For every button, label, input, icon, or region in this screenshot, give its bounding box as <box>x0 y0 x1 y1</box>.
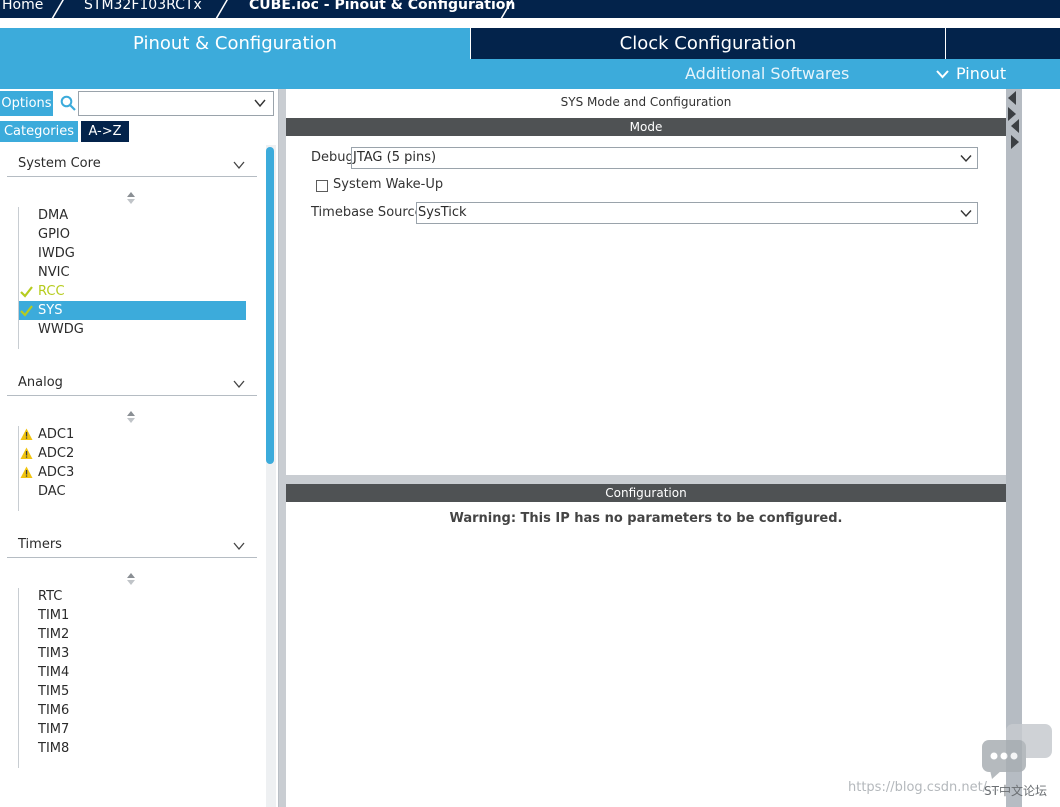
breadcrumb-home[interactable]: Home <box>2 0 43 13</box>
sub-toolbar: Additional Softwares Pinout <box>0 59 1060 89</box>
list-item-adc3[interactable]: ADC3 <box>19 463 246 482</box>
collapse-left-icon[interactable] <box>1007 91 1017 105</box>
chevron-down-icon[interactable] <box>936 70 949 79</box>
system-wakeup-checkbox[interactable] <box>316 180 328 192</box>
list-item-wwdg[interactable]: WWDG <box>19 320 246 339</box>
breadcrumb-separator-icon <box>215 0 228 20</box>
additional-softwares-button[interactable]: Additional Softwares <box>685 64 849 83</box>
watermark-site: ST中文论坛 <box>984 784 1047 798</box>
breadcrumb-separator-icon <box>500 0 513 20</box>
timebase-select[interactable]: SysTick <box>416 202 978 224</box>
list-item-dac[interactable]: DAC <box>19 482 246 501</box>
breadcrumb-mcu[interactable]: STM32F103RCTx <box>84 0 202 13</box>
chevron-down-icon[interactable] <box>233 542 245 550</box>
list-item-sys[interactable]: SYS <box>19 301 246 320</box>
header-gap <box>0 18 1060 28</box>
list-item-label: ADC3 <box>38 465 75 480</box>
watermark-url: https://blog.csdn.net/... <box>848 780 1000 795</box>
sort-icon[interactable] <box>126 192 136 204</box>
expand-right-icon[interactable] <box>1010 135 1020 149</box>
list-item-iwdg[interactable]: IWDG <box>19 244 246 263</box>
sort-icon[interactable] <box>126 573 136 585</box>
check-icon <box>20 305 33 317</box>
chevron-down-icon[interactable] <box>233 161 245 169</box>
list-item-label: RCC <box>38 284 65 299</box>
category-title: System Core <box>18 156 101 171</box>
list-item-tim6[interactable]: TIM6 <box>19 701 246 720</box>
list-item-tim1[interactable]: TIM1 <box>19 606 246 625</box>
list-item-tim4[interactable]: TIM4 <box>19 663 246 682</box>
warning-icon <box>20 466 33 478</box>
category-system-core[interactable]: System Core <box>7 155 257 177</box>
timebase-value: SysTick <box>418 205 467 220</box>
list-item-adc2[interactable]: ADC2 <box>19 444 246 463</box>
options-button[interactable]: Options <box>0 91 53 116</box>
category-title: Analog <box>18 375 63 390</box>
panel-title: SYS Mode and Configuration <box>560 95 732 109</box>
breadcrumb: Home STM32F103RCTx CUBE.ioc - Pinout & C… <box>0 0 1060 20</box>
pinout-menu-button[interactable]: Pinout <box>956 64 1006 83</box>
scrollbar-thumb[interactable] <box>266 147 274 464</box>
list-item-tim5[interactable]: TIM5 <box>19 682 246 701</box>
chevron-down-icon <box>960 155 972 163</box>
tab-categories[interactable]: Categories <box>0 121 78 142</box>
search-icon[interactable] <box>60 95 76 111</box>
list-item-label: ADC1 <box>38 427 75 442</box>
mode-header: Mode <box>286 118 1006 136</box>
list-item-rtc[interactable]: RTC <box>19 587 246 606</box>
debug-label: Debug <box>311 150 354 165</box>
list-item-label: ADC2 <box>38 446 75 461</box>
sort-icon[interactable] <box>126 411 136 423</box>
category-list: System Core DMA GPIO IWDG NVIC RCC SYS W… <box>0 145 265 807</box>
tab-a-to-z[interactable]: A->Z <box>81 121 129 142</box>
no-parameters-warning: Warning: This IP has no parameters to be… <box>449 511 843 526</box>
check-icon <box>20 286 33 298</box>
mode-panel: SYS Mode and Configuration Mode Debug JT… <box>286 89 1006 475</box>
list-item-tim3[interactable]: TIM3 <box>19 644 246 663</box>
category-title: Timers <box>18 537 62 552</box>
list-item-dma[interactable]: DMA <box>19 206 246 225</box>
right-pane <box>1011 89 1060 807</box>
breadcrumb-project[interactable]: CUBE.ioc - Pinout & Configuration <box>249 0 515 13</box>
main-tabs: Pinout & Configuration Clock Configurati… <box>0 28 1060 59</box>
chevron-down-icon <box>960 210 972 218</box>
peripheral-panel: Options Categories A->Z System Core DMA … <box>0 89 279 807</box>
list-item-tim2[interactable]: TIM2 <box>19 625 246 644</box>
list-item-label: SYS <box>38 303 63 318</box>
timebase-label: Timebase Source <box>311 205 423 220</box>
list-item-tim7[interactable]: TIM7 <box>19 720 246 739</box>
list-item-gpio[interactable]: GPIO <box>19 225 246 244</box>
debug-select[interactable]: JTAG (5 pins) <box>351 147 978 169</box>
chevron-down-icon[interactable] <box>254 98 266 108</box>
panel-splitter[interactable] <box>1006 89 1022 807</box>
category-timers[interactable]: Timers <box>7 536 257 558</box>
chat-bubble-icon <box>982 724 1052 779</box>
breadcrumb-separator-icon <box>51 0 64 20</box>
debug-value: JTAG (5 pins) <box>353 150 437 165</box>
search-input[interactable] <box>78 91 274 116</box>
list-item-tim8[interactable]: TIM8 <box>19 739 246 758</box>
warning-icon <box>20 428 33 440</box>
list-item-nvic[interactable]: NVIC <box>19 263 246 282</box>
tab-clock-configuration[interactable]: Clock Configuration <box>471 28 945 59</box>
tab-pinout-configuration[interactable]: Pinout & Configuration <box>0 28 470 59</box>
configuration-panel: Configuration Warning: This IP has no pa… <box>286 484 1006 807</box>
configuration-header: Configuration <box>286 484 1006 502</box>
tab-more[interactable] <box>946 28 1060 59</box>
system-wakeup-label: System Wake-Up <box>333 177 444 192</box>
category-analog[interactable]: Analog <box>7 374 257 396</box>
warning-icon <box>20 447 33 459</box>
list-item-rcc[interactable]: RCC <box>19 282 246 301</box>
chevron-down-icon[interactable] <box>233 380 245 388</box>
list-item-adc1[interactable]: ADC1 <box>19 425 246 444</box>
collapse-left-icon[interactable] <box>1010 119 1020 133</box>
